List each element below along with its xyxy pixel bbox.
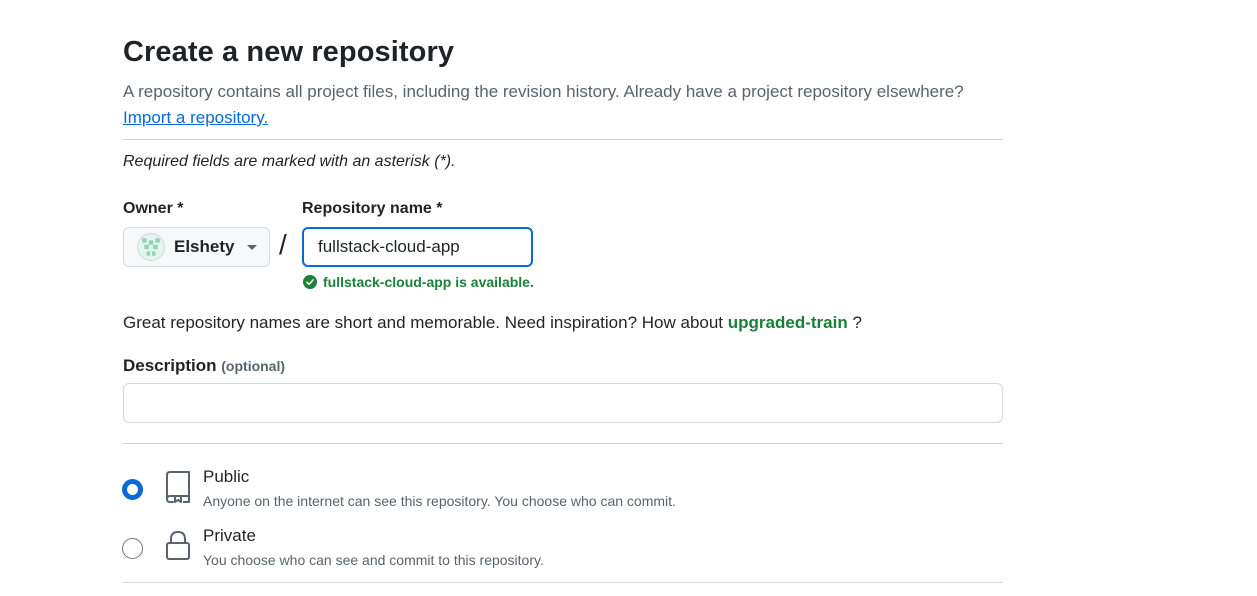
avatar <box>137 233 165 261</box>
lock-icon <box>166 530 190 560</box>
caret-down-icon <box>247 244 258 250</box>
name-suggestion: Great repository names are short and mem… <box>123 313 862 333</box>
public-radio[interactable] <box>122 479 143 500</box>
divider <box>123 582 1003 583</box>
description-input[interactable] <box>123 383 1003 423</box>
public-option-description: Anyone on the internet can see this repo… <box>203 493 676 509</box>
private-option-title: Private <box>203 526 256 545</box>
repository-name-input[interactable] <box>302 227 533 267</box>
page-subtitle: A repository contains all project files,… <box>123 79 1003 131</box>
divider <box>123 443 1003 444</box>
import-repository-link[interactable]: Import a repository. <box>123 108 268 127</box>
availability-text: fullstack-cloud-app is available. <box>323 274 534 290</box>
description-label: Description (optional) <box>123 356 285 376</box>
availability-message: fullstack-cloud-app is available. <box>303 274 534 290</box>
owner-select-button[interactable]: Elshety <box>123 227 270 267</box>
suggested-name-link[interactable]: upgraded-train <box>728 313 848 332</box>
required-fields-note: Required fields are marked with an aster… <box>123 153 456 170</box>
subtitle-text: A repository contains all project files,… <box>123 82 964 101</box>
suggestion-suffix: ? <box>852 313 862 332</box>
identicon-icon <box>142 238 160 256</box>
public-option-title: Public <box>203 467 250 486</box>
private-option-description: You choose who can see and commit to thi… <box>203 552 544 568</box>
optional-hint: (optional) <box>221 358 286 374</box>
private-radio[interactable] <box>122 538 143 559</box>
owner-label: Owner * <box>123 200 184 217</box>
owner-name: Elshety <box>174 237 235 256</box>
owner-repo-separator: / <box>279 229 287 260</box>
divider <box>123 139 1003 140</box>
page-title: Create a new repository <box>123 36 455 68</box>
suggestion-prefix: Great repository names are short and mem… <box>123 313 724 332</box>
repository-name-label: Repository name * <box>302 200 443 217</box>
description-label-text: Description <box>123 356 217 375</box>
repo-icon <box>166 471 190 503</box>
check-circle-icon <box>303 275 317 289</box>
